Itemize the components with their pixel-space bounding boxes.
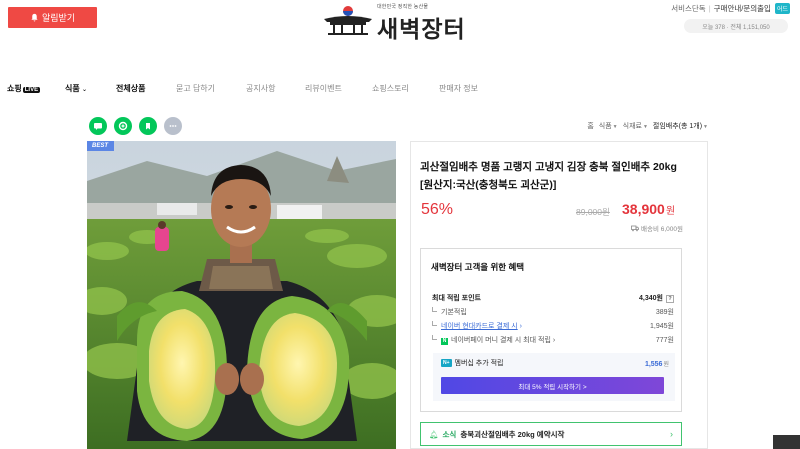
share-row bbox=[89, 117, 182, 135]
live-badge: LIVE bbox=[22, 87, 41, 93]
palace-roof-icon bbox=[324, 6, 372, 35]
discount-rate: 56% bbox=[421, 201, 454, 218]
floating-button[interactable] bbox=[773, 435, 800, 449]
chevron-right-icon: › bbox=[552, 337, 556, 344]
store-zzim-icon[interactable] bbox=[114, 117, 132, 135]
max-points-row: 최대 적립 포인트 4,340원? bbox=[432, 293, 674, 303]
reservation-text: 충북괴산절임배추 20kg 예약시작 bbox=[460, 429, 565, 439]
top-links: 서비스단독 | 구매안내/문의출입 어드 bbox=[671, 3, 790, 14]
product-photo-illustration bbox=[87, 141, 396, 449]
membership-tag-icon: N+ bbox=[441, 359, 452, 367]
breadcrumb-current[interactable]: 절임배추(총 1개)▼ bbox=[653, 121, 708, 131]
alarm-button[interactable]: 알림받기 bbox=[8, 7, 97, 28]
original-price: 89,000원 bbox=[576, 207, 610, 217]
bell-icon: 🔔︎ bbox=[429, 429, 439, 439]
chevron-right-icon: › bbox=[519, 323, 522, 330]
store-logo[interactable]: 대한민국 정직한 농산물 새벽장터 bbox=[322, 2, 482, 43]
benefit-title: 새벽장터 고객을 위한 혜택 bbox=[431, 262, 525, 272]
sub-item-corner-icon bbox=[432, 321, 437, 326]
shipping-fee: 배송비 6,000원 bbox=[631, 223, 683, 233]
more-icon[interactable] bbox=[164, 117, 182, 135]
breadcrumb-food[interactable]: 식품▼ bbox=[599, 121, 618, 131]
npay-icon: N bbox=[441, 338, 448, 345]
nav-item-notice[interactable]: 공지사항 bbox=[246, 83, 275, 94]
sub-item-corner-icon bbox=[432, 307, 437, 312]
card-benefit-link[interactable]: 네이버 현대카드로 결제 시 bbox=[441, 323, 518, 330]
service-link[interactable]: 서비스단독 bbox=[671, 3, 706, 14]
logo-title: 새벽장터 bbox=[377, 17, 466, 43]
best-badge: BEST bbox=[87, 141, 115, 151]
product-title: 괴산절임배추 명품 고랭지 고냉지 김장 충북 절인배추 20kg [원산지:국… bbox=[420, 161, 677, 191]
reservation-notice-bar[interactable]: 🔔︎ 소식 충북괴산절임배추 20kg 예약시작 › bbox=[420, 422, 682, 446]
top-chip[interactable]: 어드 bbox=[774, 3, 790, 14]
nav-item-shopping-live[interactable]: 쇼핑 LIVE bbox=[7, 83, 41, 94]
product-image[interactable] bbox=[87, 141, 396, 449]
nav-item-review-event[interactable]: 리뷰이벤트 bbox=[305, 83, 342, 94]
nav-item-food[interactable]: 식품 ⌄ bbox=[65, 83, 87, 94]
visitor-stats: 오늘 378 · 전체 1,151,050 bbox=[684, 19, 788, 33]
alarm-button-label: 알림받기 bbox=[41, 13, 76, 23]
nav-item-shopping-story[interactable]: 쇼핑스토리 bbox=[372, 83, 409, 94]
news-label: 소식 bbox=[442, 429, 457, 439]
caret-icon: ▼ bbox=[612, 124, 618, 130]
card-points-row: 네이버 현대카드로 결제 시 › 1,945원 bbox=[432, 321, 674, 331]
help-icon[interactable]: ? bbox=[666, 295, 674, 303]
caret-icon: ▼ bbox=[703, 124, 708, 130]
breadcrumb-ingredients[interactable]: 식재료▼ bbox=[623, 121, 648, 131]
chevron-right-icon: › bbox=[670, 429, 673, 439]
npay-points-row: N 네이버페이 머니 결제 시 최대 적립 › 777원 bbox=[432, 335, 674, 345]
nav-item-all-products[interactable]: 전체상품 bbox=[116, 83, 145, 94]
divider: | bbox=[708, 4, 711, 13]
caret-icon: ▼ bbox=[642, 124, 648, 130]
sub-item-corner-icon bbox=[432, 335, 437, 340]
membership-row: N+ 멤버십 추가 적립 1,556원 bbox=[441, 359, 669, 368]
membership-start-button[interactable]: 최대 5% 적립 시작하기 > bbox=[441, 377, 664, 394]
chevron-down-icon: ⌄ bbox=[81, 87, 87, 93]
max-points-value: 4,340원 bbox=[639, 295, 663, 302]
talk-icon[interactable] bbox=[89, 117, 107, 135]
nav-item-seller-info[interactable]: 판매자 정보 bbox=[439, 83, 478, 94]
main-nav: 쇼핑 LIVE 식품 ⌄ 전체상품 묻고 답하기 공지사항 리뷰이벤트 쇼핑스토리… bbox=[0, 80, 800, 98]
truck-icon bbox=[631, 225, 639, 231]
sale-price: 38,900원 bbox=[622, 201, 676, 217]
nav-item-qna[interactable]: 묻고 답하기 bbox=[176, 83, 215, 94]
bookmark-icon[interactable] bbox=[139, 117, 157, 135]
breadcrumb-home[interactable]: 홈 bbox=[587, 121, 593, 131]
logo-tagline: 대한민국 정직한 농산물 bbox=[377, 4, 429, 10]
breadcrumb: 홈 식품▼ 식재료▼ 절임배추(총 1개)▼ bbox=[587, 121, 708, 131]
bell-icon bbox=[31, 13, 38, 22]
guide-link[interactable]: 구매안내/문의출입 bbox=[714, 3, 771, 14]
basic-points-row: 기본적립 389원 bbox=[432, 307, 674, 317]
